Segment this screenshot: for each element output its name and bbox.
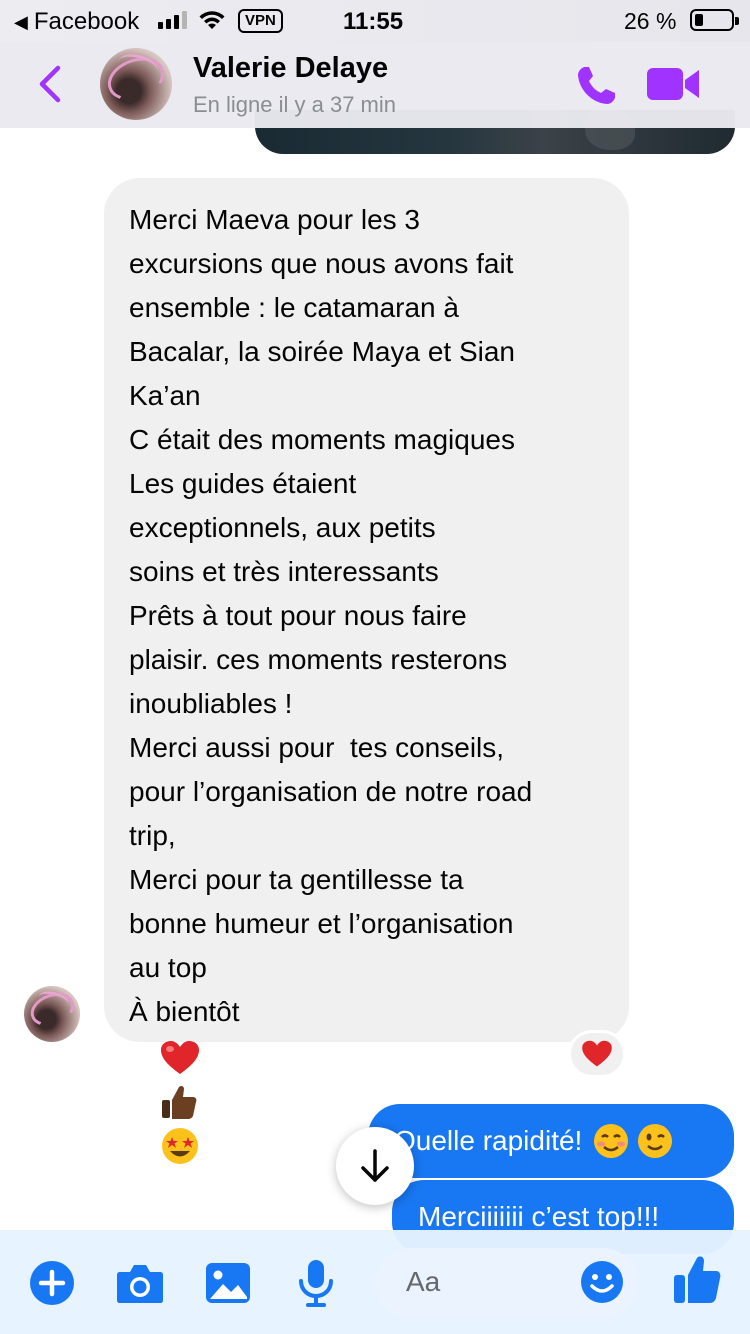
wifi-icon: [199, 11, 225, 29]
message-line: inoubliables !: [129, 688, 293, 719]
clock: 11:55: [343, 8, 404, 35]
video-call-icon[interactable]: [645, 64, 701, 104]
message-line: bonne humeur et l’organisation: [129, 908, 514, 939]
sent-message-text: Quelle rapidité!: [394, 1125, 583, 1156]
message-line: Les guides étaient: [129, 468, 357, 499]
message-line: trip,: [129, 820, 176, 851]
chat-header: Valerie Delaye En ligne il y a 37 min: [0, 42, 750, 128]
message-line: ensemble : le catamaran à: [129, 292, 459, 323]
message-line: Ka’an: [129, 380, 201, 411]
back-to-app[interactable]: ◀ Facebook: [14, 8, 139, 36]
message-line: Merci Maeva pour les 3: [129, 204, 421, 235]
battery-icon: [690, 9, 739, 31]
message-input-placeholder: Aa: [406, 1266, 441, 1297]
message-line: Prêts à tout pour nous faire: [129, 600, 467, 631]
smiling-face-icon: [594, 1124, 629, 1158]
red-heart-icon: [161, 1040, 200, 1074]
emoji-icon[interactable]: [578, 1258, 626, 1306]
sent-message-bubble[interactable]: Quelle rapidité!: [368, 1104, 734, 1178]
winking-face-icon: [638, 1124, 673, 1158]
thumbs-up-dark-icon: [162, 1085, 197, 1119]
contact-status: En ligne il y a 37 min: [193, 92, 396, 117]
message-line: au top: [129, 952, 207, 983]
contact-name[interactable]: Valerie Delaye: [193, 52, 388, 85]
red-heart-icon: [582, 1040, 612, 1067]
reaction-badge[interactable]: [568, 1030, 626, 1078]
battery-percentage: 26 %: [624, 8, 677, 34]
microphone-icon[interactable]: [291, 1258, 341, 1308]
message-line: excursions que nous avons fait: [129, 248, 514, 279]
contact-avatar[interactable]: [100, 48, 172, 120]
message-line: pour l’organisation de notre road: [129, 776, 533, 807]
status-bar: ◀ Facebook VPN 11:55 26 %: [0, 0, 750, 42]
message-line: exceptionnels, aux petits: [129, 512, 436, 543]
cellular-signal-icon: [158, 11, 187, 29]
like-icon[interactable]: [672, 1254, 722, 1304]
message-line: Bacalar, la soirée Maya et Sian: [129, 336, 515, 367]
star-struck-icon: [162, 1127, 199, 1164]
message-line: C était des moments magiques: [129, 424, 515, 455]
camera-icon[interactable]: [115, 1258, 165, 1308]
sender-avatar[interactable]: [24, 986, 80, 1042]
message-line: Merci pour ta gentillesse ta: [129, 864, 464, 895]
message-line: plaisir. ces moments resterons: [129, 644, 508, 675]
message-line: Merci aussi pour tes conseils,: [129, 732, 505, 763]
arrow-down-icon: [361, 1149, 389, 1182]
plus-icon[interactable]: [27, 1258, 77, 1308]
scroll-to-bottom-button[interactable]: [336, 1127, 414, 1205]
phone-icon[interactable]: [572, 62, 620, 110]
gallery-icon[interactable]: [203, 1258, 253, 1308]
back-triangle-icon: ◀: [14, 11, 28, 32]
message-line-text: À bientôt: [129, 996, 240, 1027]
message-line: soins et très interessants: [129, 556, 439, 587]
received-message-bubble[interactable]: Merci Maeva pour les 3 excursions que no…: [104, 178, 629, 1164]
sent-message-text: Merciiiiiii c’est top!!!: [418, 1201, 660, 1232]
back-app-label: Facebook: [33, 8, 140, 35]
message-composer: Aa: [0, 1230, 750, 1334]
back-chevron-icon[interactable]: [32, 62, 68, 106]
vpn-badge: VPN: [238, 9, 283, 33]
